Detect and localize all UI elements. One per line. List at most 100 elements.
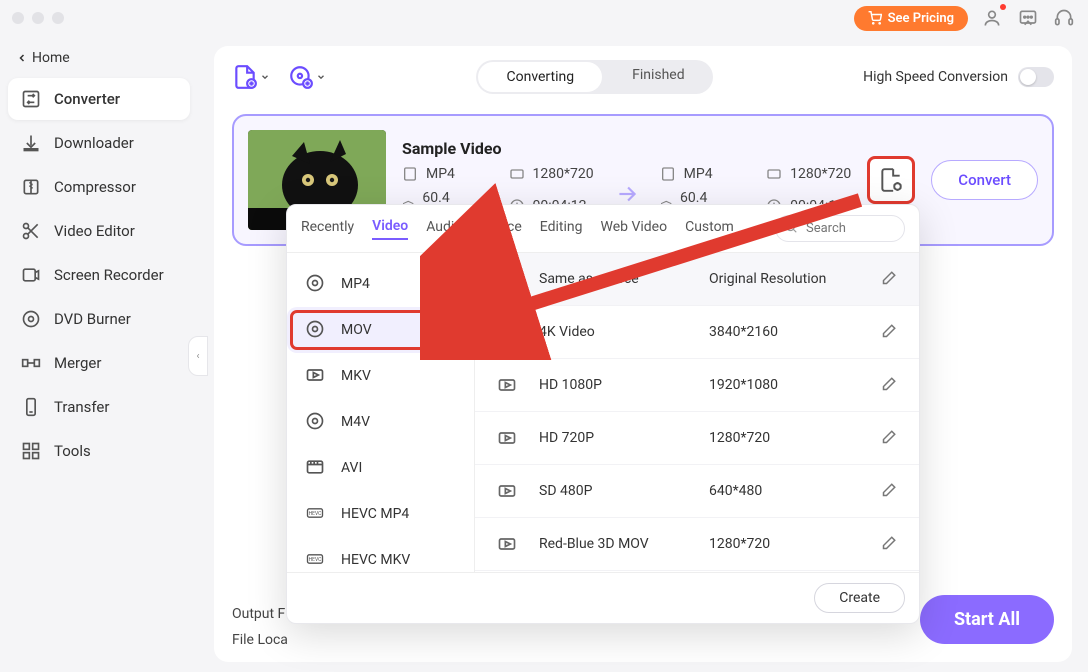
resolution-row[interactable]: SD 480P 640*480: [475, 465, 919, 518]
feedback-icon[interactable]: [1016, 6, 1040, 30]
resolution-icon: [509, 166, 525, 182]
resolution-row[interactable]: Red-Blue 3D MOV 1280*720: [475, 518, 919, 571]
sidebar-item-video-editor[interactable]: Video Editor: [8, 210, 190, 252]
create-label: Create: [839, 590, 880, 606]
popover-tab-custom[interactable]: Custom: [685, 219, 734, 239]
back-home-label: Home: [32, 50, 70, 66]
arrow-right-icon: [614, 181, 640, 207]
cart-icon: [868, 11, 882, 25]
format-icon: [305, 273, 327, 295]
sidebar-item-dvd-burner[interactable]: DVD Burner: [8, 298, 190, 340]
minimize-window-icon[interactable]: [32, 12, 44, 24]
start-all-button[interactable]: Start All: [920, 595, 1054, 644]
output-format-label: Output F: [232, 606, 285, 622]
resolution-value: 1280*720: [709, 430, 859, 446]
sidebar-item-merger[interactable]: Merger: [8, 342, 190, 384]
format-icon: HEVC: [305, 503, 327, 525]
resolution-value: 1280*720: [709, 536, 859, 552]
format-item-mov[interactable]: MOV: [287, 307, 474, 353]
resolution-list[interactable]: Same as source Original Resolution 4K Vi…: [475, 253, 919, 572]
popover-tab-recently[interactable]: Recently: [301, 219, 354, 239]
edit-icon[interactable]: [879, 429, 897, 447]
sidebar-item-converter[interactable]: Converter: [8, 78, 190, 120]
support-icon[interactable]: [1052, 6, 1076, 30]
add-file-button[interactable]: [232, 64, 270, 90]
back-home-button[interactable]: Home: [8, 44, 190, 72]
tab-converting-label: Converting: [506, 69, 574, 85]
see-pricing-button[interactable]: See Pricing: [854, 6, 968, 31]
tab-label: Recently: [301, 219, 354, 235]
sidebar-item-compressor[interactable]: Compressor: [8, 166, 190, 208]
resolution-value: 1920*1080: [709, 377, 859, 393]
sidebar-item-transfer[interactable]: Transfer: [8, 386, 190, 428]
resolution-value: 640*480: [709, 483, 859, 499]
popover-tab-device[interactable]: Device: [480, 219, 521, 239]
sidebar-item-label: Transfer: [54, 398, 109, 416]
chevron-left-icon: [16, 52, 28, 64]
edit-icon[interactable]: [879, 376, 897, 394]
file-gear-icon: [878, 167, 904, 193]
add-disc-button[interactable]: [288, 64, 326, 90]
format-item-hevc-mp4[interactable]: HEVC HEVC MP4: [287, 491, 474, 537]
search-icon: [784, 220, 798, 234]
titlebar-actions: See Pricing: [854, 6, 1076, 31]
sidebar-item-label: Tools: [54, 442, 91, 460]
sidebar-item-label: DVD Burner: [54, 310, 131, 328]
tab-label: Video: [372, 218, 408, 234]
resolution-row-same-as-source[interactable]: Same as source Original Resolution: [475, 253, 919, 306]
popover-tab-editing[interactable]: Editing: [540, 219, 583, 239]
maximize-window-icon[interactable]: [52, 12, 64, 24]
resolution-row[interactable]: 4K Video 3840*2160: [475, 306, 919, 359]
sidebar-item-downloader[interactable]: Downloader: [8, 122, 190, 164]
sidebar-item-label: Video Editor: [54, 222, 135, 240]
format-item-avi[interactable]: AVI: [287, 445, 474, 491]
merger-icon: [20, 352, 42, 374]
resolution-row[interactable]: HD 720P 1280*720: [475, 412, 919, 465]
tab-label: Editing: [540, 219, 583, 235]
popover-tab-web-video[interactable]: Web Video: [600, 219, 667, 239]
popover-tab-audio[interactable]: Audio: [426, 219, 462, 239]
resolution-name: 4K Video: [539, 324, 689, 340]
src-resolution: 1280*720: [533, 166, 594, 182]
tab-finished[interactable]: Finished: [604, 60, 713, 94]
edit-icon[interactable]: [879, 323, 897, 341]
format-list[interactable]: MP4 MOV MKV M4V AVI HEVC HEVC MP4: [287, 253, 475, 572]
transfer-icon: [20, 396, 42, 418]
edit-icon[interactable]: [879, 482, 897, 500]
format-item-mkv[interactable]: MKV: [287, 353, 474, 399]
popover-tab-video[interactable]: Video: [372, 218, 408, 240]
sidebar-item-label: Converter: [54, 90, 120, 108]
file-title: Sample Video: [402, 139, 851, 158]
edit-icon[interactable]: [879, 270, 897, 288]
sidebar-item-label: Screen Recorder: [54, 266, 164, 284]
dvd-burner-icon: [20, 308, 42, 330]
close-window-icon[interactable]: [12, 12, 24, 24]
convert-button[interactable]: Convert: [931, 160, 1038, 200]
tab-label: Web Video: [600, 219, 667, 235]
file-location-label: File Loca: [232, 632, 288, 648]
format-item-mp4[interactable]: MP4: [287, 261, 474, 307]
high-speed-switch[interactable]: [1018, 67, 1054, 87]
format-popover: Recently Video Audio Device Editing Web …: [286, 204, 920, 624]
sidebar-item-tools[interactable]: Tools: [8, 430, 190, 472]
resolution-name: HD 720P: [539, 430, 689, 446]
convert-label: Convert: [958, 171, 1011, 189]
see-pricing-label: See Pricing: [888, 11, 954, 26]
file-icon: [660, 166, 676, 182]
output-settings-button[interactable]: [867, 156, 915, 204]
edit-icon[interactable]: [879, 535, 897, 553]
file-icon: [402, 166, 418, 182]
resolution-row[interactable]: HD 1080P 1920*1080: [475, 359, 919, 412]
sidebar-item-label: Merger: [54, 354, 101, 372]
create-button[interactable]: Create: [814, 583, 905, 613]
high-speed-label: High Speed Conversion: [863, 69, 1008, 85]
tools-icon: [20, 440, 42, 462]
format-item-hevc-mkv[interactable]: HEVC HEVC MKV: [287, 537, 474, 572]
format-item-m4v[interactable]: M4V: [287, 399, 474, 445]
tab-converting[interactable]: Converting: [478, 62, 602, 92]
account-icon[interactable]: [980, 6, 1004, 30]
sidebar-item-label: Compressor: [54, 178, 136, 196]
format-label: HEVC MKV: [341, 552, 410, 568]
sidebar-item-screen-recorder[interactable]: Screen Recorder: [8, 254, 190, 296]
window-controls: [12, 12, 64, 24]
